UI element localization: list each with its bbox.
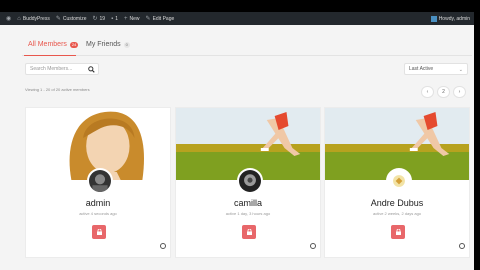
member-avatar[interactable] [87, 168, 113, 194]
add-friend-button[interactable] [391, 225, 405, 239]
page-number: 2 [442, 89, 445, 95]
edit-page-link[interactable]: ✎ Edit Page [146, 16, 175, 22]
member-card: admin active 4 seconds ago [25, 107, 171, 258]
admin-avatar-icon [430, 15, 437, 22]
search-icon[interactable] [88, 66, 95, 73]
updates-icon: ↻ [92, 15, 98, 22]
tab-all-members[interactable]: All Members 24 [28, 41, 79, 48]
member-select-radio[interactable] [459, 243, 465, 249]
my-account-menu[interactable]: Howdy, admin [430, 15, 470, 22]
member-card: Andre Dubus active 2 weeks, 2 days ago [324, 107, 470, 258]
pagination-next-button[interactable]: › [453, 86, 466, 98]
pagination-page-button[interactable]: 2 [437, 86, 450, 98]
brush-icon: ✎ [55, 15, 61, 22]
new-content-link[interactable]: + New [124, 16, 140, 22]
tab-my-friends-label: My Friends [86, 41, 121, 48]
comment-icon: ▪ [111, 15, 114, 22]
active-tab-indicator [24, 55, 76, 56]
all-members-count-badge: 24 [69, 41, 79, 48]
add-friend-button[interactable] [242, 225, 256, 239]
member-name-link[interactable]: camilla [176, 198, 320, 208]
member-last-active: active 2 weeks, 2 days ago [372, 211, 422, 216]
member-last-active: active 4 seconds ago [79, 211, 117, 216]
prev-arrow-icon: ‹ [426, 89, 429, 95]
member-name-link[interactable]: admin [26, 198, 170, 208]
member-select-radio[interactable] [160, 243, 166, 249]
next-arrow-icon: › [458, 89, 461, 95]
customize-link[interactable]: ✎ Customize [56, 16, 87, 22]
customize-label: Customize [62, 15, 87, 22]
pencil-icon: ✎ [145, 15, 151, 22]
plus-icon: + [124, 15, 128, 22]
add-friend-button[interactable] [92, 225, 106, 239]
site-name-link[interactable]: ⌂ BuddyPress [17, 16, 50, 22]
comments-link[interactable]: ▪ 1 [111, 16, 118, 22]
chevron-down-icon: ⌄ [458, 67, 463, 73]
order-selected-value: Last Active [409, 66, 434, 72]
member-select-radio[interactable] [310, 243, 316, 249]
updates-link[interactable]: ↻ 19 [93, 16, 106, 22]
member-avatar[interactable] [237, 168, 263, 194]
lock-icon [246, 229, 252, 235]
members-tabs: All Members 24 My Friends 0 [22, 38, 472, 56]
wordpress-icon: ◉ [6, 15, 12, 22]
member-name-link[interactable]: Andre Dubus [325, 198, 469, 208]
lock-icon [96, 229, 102, 235]
members-count-text: Viewing 1 - 20 of 20 active members [25, 87, 90, 92]
my-friends-count-badge: 0 [123, 41, 130, 48]
pagination-prev-button[interactable]: ‹ [421, 86, 434, 98]
lock-icon [395, 229, 401, 235]
new-label: New [129, 15, 140, 22]
members-search-input[interactable]: Search Members... [25, 63, 99, 75]
edit-page-label: Edit Page [152, 15, 175, 22]
member-card: camilla active 1 day, 3 hours ago [175, 107, 321, 258]
wp-logo-menu[interactable]: ◉ [6, 16, 11, 22]
member-avatar[interactable] [386, 168, 412, 194]
updates-count: 19 [99, 15, 106, 22]
tab-my-friends[interactable]: My Friends 0 [86, 41, 130, 48]
wp-admin-bar: ◉ ⌂ BuddyPress ✎ Customize ↻ 19 ▪ 1 + New ✎ Ed… [0, 12, 474, 25]
comments-count: 1 [115, 15, 119, 22]
members-order-select[interactable]: Last Active ⌄ [404, 63, 468, 75]
site-name-label: BuddyPress [22, 15, 50, 22]
home-icon: ⌂ [17, 15, 21, 22]
tab-all-members-label: All Members [28, 41, 67, 48]
howdy-label: Howdy, admin [438, 15, 470, 22]
member-last-active: active 1 day, 3 hours ago [225, 211, 271, 216]
search-placeholder: Search Members... [30, 66, 73, 72]
